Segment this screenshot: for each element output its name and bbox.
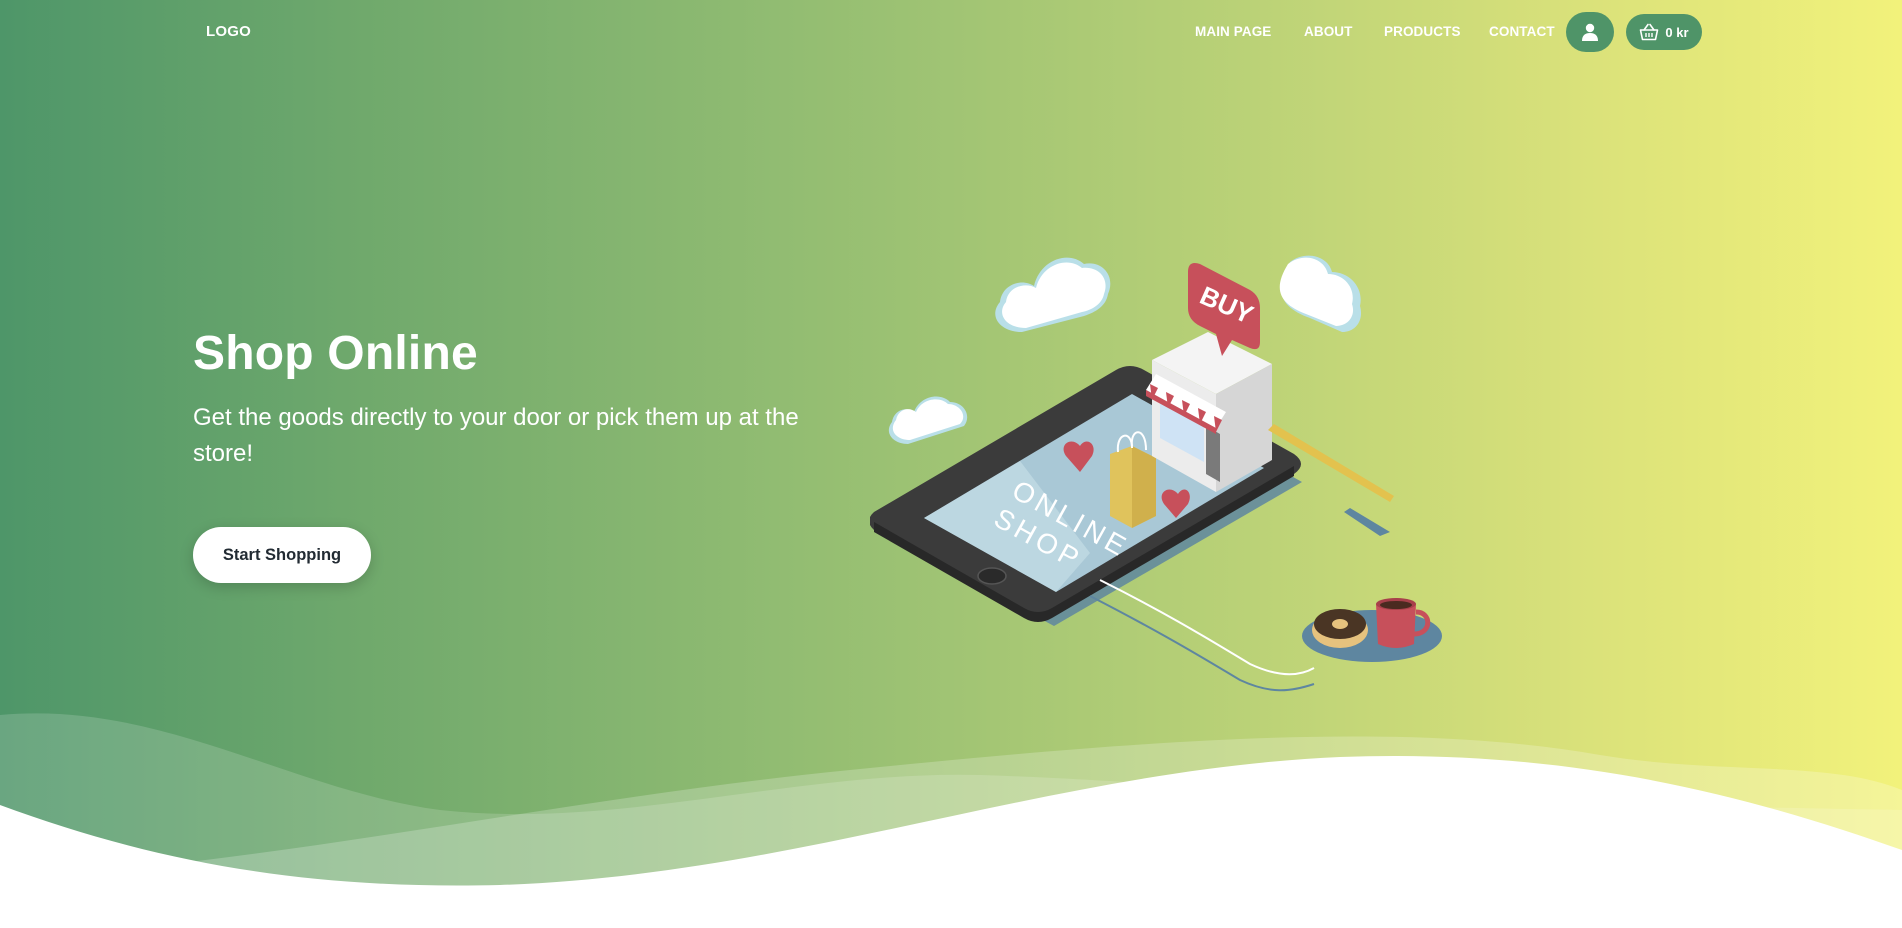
- nav-link-about[interactable]: ABOUT: [1304, 24, 1353, 39]
- nav-link-products[interactable]: PRODUCTS: [1384, 24, 1461, 39]
- hero-section: LOGO MAIN PAGE ABOUT PRODUCTS CONTACT 0 …: [0, 0, 1902, 928]
- hero-title: Shop Online: [193, 327, 478, 380]
- coffee-and-donut-icon: [1302, 598, 1442, 662]
- basket-icon: [1640, 23, 1659, 41]
- nav-link-contact[interactable]: CONTACT: [1489, 24, 1555, 39]
- nav-link-main-page[interactable]: MAIN PAGE: [1195, 24, 1271, 39]
- cart-button[interactable]: 0 kr: [1626, 14, 1702, 50]
- top-navigation: LOGO MAIN PAGE ABOUT PRODUCTS CONTACT 0 …: [0, 0, 1902, 64]
- cart-total: 0 kr: [1665, 24, 1689, 40]
- cloud-icon: [888, 396, 968, 444]
- logo[interactable]: LOGO: [206, 23, 251, 40]
- account-button[interactable]: [1566, 12, 1614, 52]
- cloud-icon: [995, 257, 1111, 332]
- user-icon: [1582, 23, 1598, 41]
- cloud-icon: [1279, 255, 1362, 332]
- online-shop-illustration: ONLINE SHOP BUY: [870, 255, 1442, 692]
- start-shopping-button[interactable]: Start Shopping: [193, 527, 371, 583]
- hero-subtitle: Get the goods directly to your door or p…: [193, 404, 799, 467]
